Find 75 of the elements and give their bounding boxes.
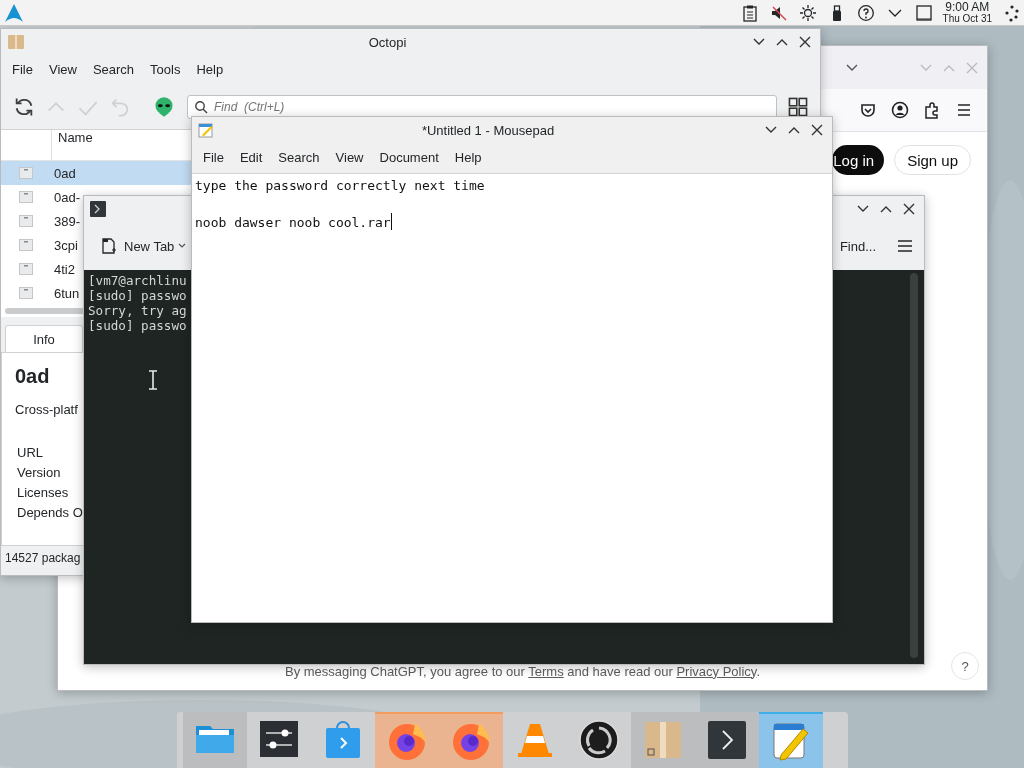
help-button[interactable]: ? xyxy=(951,652,979,680)
field-label: Version xyxy=(17,464,61,482)
grid-view-icon[interactable] xyxy=(787,96,809,118)
package-status-icon xyxy=(19,191,33,203)
package-name[interactable]: 4ti2 xyxy=(51,261,75,277)
info-tab[interactable]: Info xyxy=(5,325,83,352)
editor-line: noob dawser noob cool.rar xyxy=(195,215,391,230)
package-status-icon xyxy=(19,287,33,299)
launcher-icon[interactable] xyxy=(4,2,24,23)
clock-time[interactable]: 9:00 AM xyxy=(945,1,990,13)
package-name[interactable]: 6tun xyxy=(51,285,80,301)
package-name[interactable]: 0ad- xyxy=(51,189,81,205)
window-icon[interactable] xyxy=(914,3,933,22)
package-name[interactable]: 389- xyxy=(51,213,81,229)
find-button[interactable]: Find... xyxy=(833,237,882,255)
menu-icon[interactable] xyxy=(896,237,914,255)
notepad-icon xyxy=(198,122,214,138)
clock-date[interactable]: Thu Oct 31 xyxy=(942,12,992,24)
status-text: 14527 packag xyxy=(5,551,81,565)
field-label: Licenses xyxy=(17,484,69,502)
package-icon xyxy=(7,33,25,51)
package-name[interactable]: 3cpi xyxy=(51,237,78,253)
account-icon[interactable] xyxy=(891,101,909,119)
menu-item[interactable]: View xyxy=(327,147,372,169)
menu-item[interactable]: View xyxy=(40,59,85,81)
window-title: Octopi xyxy=(367,34,408,50)
terminal-line: [sudo] passwo xyxy=(88,288,187,303)
speaker-muted-icon[interactable] xyxy=(769,3,788,22)
new-tab-button[interactable]: New Tab xyxy=(96,237,179,255)
refresh-icon[interactable] xyxy=(13,96,35,118)
horizontal-scrollbar[interactable] xyxy=(5,308,85,314)
signup-button[interactable]: Sign up xyxy=(894,145,971,175)
footer-note: By messaging ChatGPT, you agree to our Terms and have read our Privacy Policy. xyxy=(285,663,760,679)
column-header[interactable]: Name xyxy=(52,130,93,145)
dock-item[interactable] xyxy=(695,712,759,768)
menu-item[interactable]: File xyxy=(4,59,41,81)
menu-item[interactable]: Search xyxy=(84,59,143,81)
window-title: *Untitled 1 - Mousepad xyxy=(420,122,556,138)
terminal-line: [vm7@archlinu xyxy=(88,273,187,288)
text-cursor xyxy=(390,213,392,230)
menu-icon[interactable] xyxy=(955,101,973,119)
footer-link[interactable]: Terms xyxy=(528,663,564,679)
menu-item[interactable]: Tools xyxy=(142,59,189,81)
menu-item[interactable]: Search xyxy=(270,147,328,169)
puzzle-piece-icon[interactable] xyxy=(923,101,941,119)
package-description: Cross-platf xyxy=(15,402,78,417)
package-status-icon xyxy=(19,239,33,251)
ibeam-cursor-icon xyxy=(148,370,158,390)
menu-item[interactable]: File xyxy=(195,147,232,169)
brightness-icon[interactable] xyxy=(798,3,817,22)
new-tab-icon xyxy=(100,237,118,255)
menu-item[interactable]: Help xyxy=(188,59,232,81)
help-icon[interactable] xyxy=(856,3,875,22)
menu-item[interactable]: Edit xyxy=(231,147,271,169)
terminal-icon xyxy=(90,201,106,217)
search-icon xyxy=(194,100,208,114)
clipboard-icon[interactable] xyxy=(740,3,759,22)
pocket-icon[interactable] xyxy=(859,101,877,119)
alien-icon[interactable] xyxy=(153,96,175,118)
terminal-line: Sorry, try ag xyxy=(88,303,187,318)
peek-desktop-icon[interactable] xyxy=(1004,3,1020,22)
package-title: 0ad xyxy=(15,365,50,388)
terminal-icon xyxy=(705,718,749,762)
package-status-icon xyxy=(19,215,33,227)
search-field[interactable]: Find (Ctrl+L) xyxy=(187,95,777,119)
editor-line: type the password correctly next time xyxy=(195,178,485,193)
package-status-icon xyxy=(19,263,33,275)
menu-item[interactable]: Help xyxy=(446,147,490,169)
field-label: URL xyxy=(17,444,43,462)
terminal-line: [sudo] passwo xyxy=(88,318,187,333)
package-status-icon xyxy=(19,167,33,179)
menu-item[interactable]: Document xyxy=(371,147,447,169)
login-button[interactable]: Log in xyxy=(832,145,885,175)
field-label: Depends O xyxy=(17,504,83,522)
vertical-scrollbar[interactable] xyxy=(910,273,918,658)
